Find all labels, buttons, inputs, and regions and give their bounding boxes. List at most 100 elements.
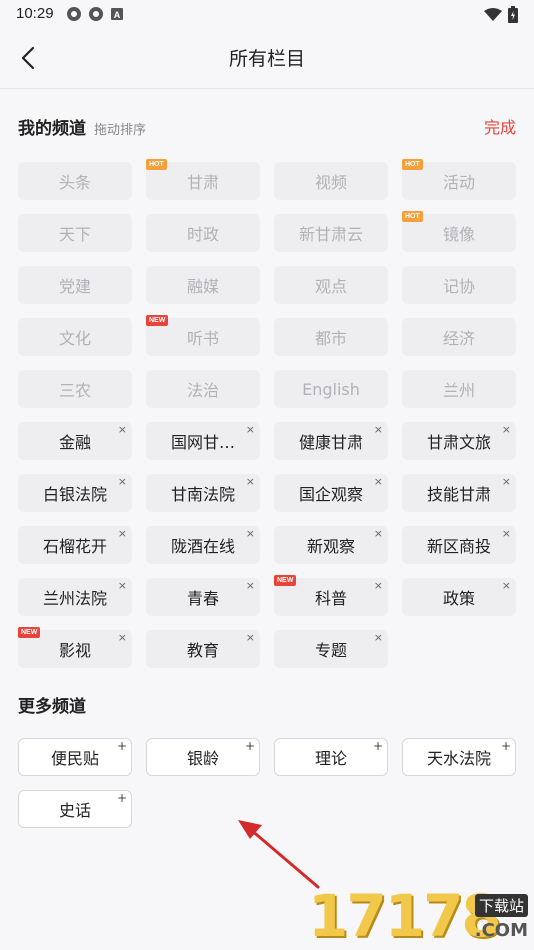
channel-tile[interactable]: 活动 HOT <box>402 159 516 200</box>
remove-icon[interactable]: × <box>374 476 383 488</box>
channel-tile[interactable]: 石榴花开 × <box>18 526 132 564</box>
channel-label: 经济 <box>442 329 475 348</box>
more-channel-tile[interactable]: 理论 + <box>274 738 388 776</box>
hot-badge: HOT <box>146 159 167 170</box>
channel-tile[interactable]: 三农 <box>18 370 132 408</box>
more-channel-tile[interactable]: 史话 + <box>18 790 132 828</box>
channel-tile[interactable]: 政策 × <box>402 578 516 616</box>
top-bar: 所有栏目 <box>0 28 534 89</box>
remove-icon[interactable]: × <box>374 424 383 436</box>
remove-icon[interactable]: × <box>246 580 255 592</box>
channel-tile[interactable]: 国网甘… × <box>146 422 260 460</box>
channel-label: 甘肃文旅 <box>426 433 491 452</box>
remove-icon[interactable]: × <box>502 580 511 592</box>
channel-tile[interactable]: English <box>274 370 388 408</box>
channel-label: 理论 <box>314 749 347 768</box>
channel-tile[interactable]: 新区商投 × <box>402 526 516 564</box>
add-icon[interactable]: + <box>501 740 511 752</box>
channel-tile[interactable]: 经济 <box>402 318 516 356</box>
channel-label: 融媒 <box>186 277 219 296</box>
channel-label: 新区商投 <box>426 537 491 556</box>
channel-label: 三农 <box>58 381 91 400</box>
channel-tile[interactable]: 文化 <box>18 318 132 356</box>
remove-icon[interactable]: × <box>118 424 127 436</box>
remove-icon[interactable]: × <box>246 424 255 436</box>
add-icon[interactable]: + <box>117 740 127 752</box>
channel-tile[interactable]: 新甘肃云 <box>274 214 388 252</box>
channel-tile[interactable]: 金融 × <box>18 422 132 460</box>
new-badge: NEW <box>274 575 297 586</box>
remove-icon[interactable]: × <box>502 528 511 540</box>
channel-label: 兰州法院 <box>42 589 107 608</box>
channel-tile[interactable]: 记协 <box>402 266 516 304</box>
channel-tile[interactable]: 白银法院 × <box>18 474 132 512</box>
remove-icon[interactable]: × <box>246 476 255 488</box>
drag-sort-hint: 拖动排序 <box>94 123 147 138</box>
channel-tile[interactable]: 新观察 × <box>274 526 388 564</box>
channel-label: English <box>302 379 360 399</box>
watermark-logo: 17178 下载站 .COM <box>306 878 534 950</box>
channel-tile[interactable]: 时政 <box>146 214 260 252</box>
channel-tile[interactable]: 甘南法院 × <box>146 474 260 512</box>
channel-tile[interactable]: 技能甘肃 × <box>402 474 516 512</box>
add-icon[interactable]: + <box>245 740 255 752</box>
wifi-icon <box>484 7 502 26</box>
remove-icon[interactable]: × <box>502 424 511 436</box>
more-channels-title: 更多频道 <box>18 697 86 717</box>
channel-tile[interactable]: 健康甘肃 × <box>274 422 388 460</box>
remove-icon[interactable]: × <box>118 580 127 592</box>
svg-text:A: A <box>114 10 121 20</box>
channel-label: 科普 <box>314 589 347 608</box>
channel-label: 石榴花开 <box>42 537 107 556</box>
channel-tile[interactable]: 国企观察 × <box>274 474 388 512</box>
channel-label: 活动 <box>442 173 475 192</box>
remove-icon[interactable]: × <box>374 632 383 644</box>
remove-icon[interactable]: × <box>118 632 127 644</box>
channel-tile[interactable]: 青春 × <box>146 578 260 616</box>
channel-tile[interactable]: 教育 × <box>146 630 260 668</box>
more-channel-tile[interactable]: 便民贴 + <box>18 738 132 776</box>
channel-label: 时政 <box>186 225 219 244</box>
remove-icon[interactable]: × <box>118 528 127 540</box>
channel-label: 银龄 <box>186 749 219 768</box>
channel-tile[interactable]: 专题 × <box>274 630 388 668</box>
done-button[interactable]: 完成 <box>484 114 516 138</box>
remove-icon[interactable]: × <box>118 476 127 488</box>
channel-label: 观点 <box>314 277 347 296</box>
status-time: 10:29 <box>16 5 54 22</box>
remove-icon[interactable]: × <box>374 580 383 592</box>
remove-icon[interactable]: × <box>502 476 511 488</box>
channel-tile[interactable]: 法治 <box>146 370 260 408</box>
channel-tile[interactable]: 甘肃 HOT <box>146 159 260 200</box>
remove-icon[interactable]: × <box>374 528 383 540</box>
add-icon[interactable]: + <box>373 740 383 752</box>
channel-label: 白银法院 <box>42 485 107 504</box>
channel-tile[interactable]: 党建 <box>18 266 132 304</box>
channel-tile[interactable]: 镜像 HOT <box>402 211 516 252</box>
more-channel-tile[interactable]: 银龄 + <box>146 738 260 776</box>
channel-tile[interactable]: 陇酒在线 × <box>146 526 260 564</box>
channel-label: 头条 <box>58 173 91 192</box>
remove-icon[interactable]: × <box>246 632 255 644</box>
channel-tile[interactable]: 兰州 <box>402 370 516 408</box>
channel-tile[interactable]: 科普 NEW × <box>274 575 388 616</box>
remove-icon[interactable]: × <box>246 528 255 540</box>
channel-tile[interactable]: 都市 <box>274 318 388 356</box>
channel-tile[interactable]: 天下 <box>18 214 132 252</box>
channel-label: 法治 <box>186 381 219 400</box>
channel-tile[interactable]: 头条 <box>18 162 132 200</box>
add-icon[interactable]: + <box>117 792 127 804</box>
channel-label: 文化 <box>58 329 91 348</box>
channel-label: 新观察 <box>306 537 355 556</box>
channel-tile[interactable]: 观点 <box>274 266 388 304</box>
channel-label: 听书 <box>186 329 219 348</box>
channel-tile[interactable]: 兰州法院 × <box>18 578 132 616</box>
channel-tile[interactable]: 视频 <box>274 162 388 200</box>
channel-label: 镜像 <box>442 225 475 244</box>
new-badge: NEW <box>18 627 41 638</box>
channel-tile[interactable]: 影视 NEW × <box>18 627 132 668</box>
channel-tile[interactable]: 融媒 <box>146 266 260 304</box>
channel-tile[interactable]: 听书 NEW <box>146 315 260 356</box>
more-channel-tile[interactable]: 天水法院 + <box>402 738 516 776</box>
channel-tile[interactable]: 甘肃文旅 × <box>402 422 516 460</box>
